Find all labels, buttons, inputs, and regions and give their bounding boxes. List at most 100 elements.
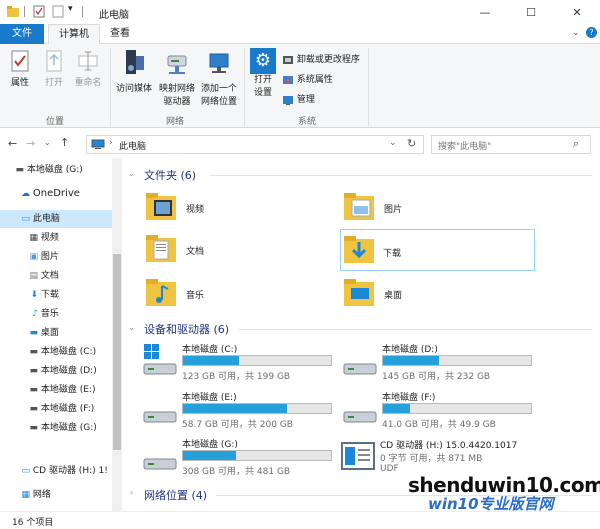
drive-c[interactable]: 本地磁盘 (C:) 123 GB 可用，共 199 GB <box>142 342 337 386</box>
chevron-right-icon[interactable]: › <box>130 488 133 497</box>
group-label-system: 系统 <box>298 117 317 127</box>
section-header-network[interactable]: 网络位置 (4) <box>144 487 207 503</box>
folder-desktop[interactable]: 桌面 <box>342 272 532 316</box>
nav-item-onedrive[interactable]: ☁ OneDrive <box>0 185 112 203</box>
drive-cd[interactable]: CD 驱动器 (H:) 15.0.4420.1017 0 字节 可用，共 871… <box>340 437 580 481</box>
ribbon-divider <box>110 48 111 126</box>
collapse-ribbon-icon[interactable]: ⌄ <box>572 28 580 38</box>
drive-usage-bar <box>382 355 532 366</box>
nav-item-videos[interactable]: ▦ 视频 <box>0 229 112 247</box>
folder-videos[interactable]: 视频 <box>144 186 334 230</box>
nav-item-pictures[interactable]: ▣ 图片 <box>0 248 112 266</box>
help-icon[interactable]: ? <box>586 27 597 38</box>
drive-f[interactable]: 本地磁盘 (F:) 41.0 GB 可用，共 49.9 GB <box>342 390 537 434</box>
settings-icon: ⚙ <box>250 48 276 74</box>
search-input[interactable]: 搜索"此电脑" ⌕ <box>431 135 591 154</box>
drive-e[interactable]: 本地磁盘 (E:) 58.7 GB 可用，共 200 GB <box>142 390 337 434</box>
cloud-icon: ☁ <box>21 189 30 199</box>
up-arrow-icon[interactable]: ↑ <box>60 136 69 149</box>
folder-music[interactable]: 音乐 <box>144 272 334 316</box>
nav-item-drive-g[interactable]: ▬ 本地磁盘 (G:) <box>0 419 112 437</box>
folder-documents[interactable]: 文档 <box>144 228 334 272</box>
section-header-devices[interactable]: 设备和驱动器 (6) <box>144 321 229 337</box>
map-network-drive-button[interactable]: 映射网络 驱动器 <box>156 48 198 109</box>
address-bar-row: ← → ⌄ ↑ › 此电脑 ⌄ ↻ 搜索"此电脑" ⌕ <box>0 130 600 158</box>
chevron-down-icon[interactable]: ⌄ <box>128 323 135 332</box>
status-bar: 16 个项目 <box>0 511 600 529</box>
ribbon-divider <box>244 48 245 126</box>
tab-file[interactable]: 文件 <box>0 24 44 44</box>
rename-button[interactable]: 重命名 <box>70 50 106 90</box>
desktop-folder-icon <box>344 279 374 306</box>
drive-d[interactable]: 本地磁盘 (D:) 145 GB 可用，共 232 GB <box>342 342 537 386</box>
nav-scrollbar-thumb[interactable] <box>113 254 121 450</box>
new-folder-quick-icon[interactable] <box>52 5 64 18</box>
network-location-icon <box>209 53 229 73</box>
network-drive-icon <box>167 55 187 74</box>
close-button[interactable]: ✕ <box>554 0 600 24</box>
uninstall-icon <box>283 55 293 64</box>
title-bar: ▾ 此电脑 — ☐ ✕ <box>0 0 600 24</box>
nav-item-this-pc[interactable]: ▭ 此电脑 <box>0 210 112 228</box>
chevron-down-icon[interactable]: ⌄ <box>128 169 135 178</box>
back-arrow-icon[interactable]: ← <box>8 137 17 150</box>
music-folder-icon <box>146 279 176 306</box>
drive-usage-fill <box>383 356 439 365</box>
windows-drive-icon <box>143 344 177 375</box>
recent-locations-chevron-icon[interactable]: ⌄ <box>44 138 51 147</box>
system-properties-button[interactable]: 系统属性 <box>282 72 333 86</box>
nav-item-drive-e[interactable]: ▬ 本地磁盘 (E:) <box>0 381 112 399</box>
section-header-folders[interactable]: 文件夹 (6) <box>144 167 196 183</box>
item-count: 16 个项目 <box>12 518 54 528</box>
drive-icon: ▬ <box>29 366 38 376</box>
download-folder-icon <box>344 236 374 263</box>
folder-pictures[interactable]: 图片 <box>342 186 532 230</box>
nav-item-drive-c[interactable]: ▬ 本地磁盘 (C:) <box>0 343 112 361</box>
drive-usage-fill <box>183 404 287 413</box>
properties-button[interactable]: 属性 <box>6 50 34 90</box>
uninstall-program-button[interactable]: 卸载或更改程序 <box>282 52 360 66</box>
drive-usage-fill <box>383 404 410 413</box>
nav-item-drive-d[interactable]: ▬ 本地磁盘 (D:) <box>0 362 112 380</box>
cd-drive-icon: ▭ <box>21 466 30 476</box>
cd-drive-icon <box>341 442 375 470</box>
access-media-button[interactable]: 访问媒体 <box>112 48 156 96</box>
properties-quick-icon[interactable] <box>33 5 45 18</box>
folder-icon <box>7 6 19 17</box>
nav-item-drive-f[interactable]: ▬ 本地磁盘 (F:) <box>0 400 112 418</box>
network-icon: ▦ <box>21 490 30 500</box>
tab-view[interactable]: 查看 <box>102 24 138 44</box>
ribbon-tabs: 文件 计算机 查看 ⌄ ? <box>0 24 600 45</box>
window-title: 此电脑 <box>99 10 129 21</box>
drive-icon: ▬ <box>29 385 38 395</box>
picture-icon: ▣ <box>29 252 38 262</box>
tab-computer[interactable]: 计算机 <box>48 24 100 45</box>
nav-item-music[interactable]: ♪ 音乐 <box>0 305 112 323</box>
drive-g[interactable]: 本地磁盘 (G:) 308 GB 可用，共 481 GB <box>142 437 337 481</box>
drive-icon: ▬ <box>29 404 38 414</box>
add-network-location-button[interactable]: 添加一个 网络位置 <box>198 48 240 109</box>
nav-item-documents[interactable]: ▤ 文档 <box>0 267 112 285</box>
download-icon: ⬇ <box>30 290 38 300</box>
manage-button[interactable]: 管理 <box>282 92 315 106</box>
open-settings-button[interactable]: ⚙ 打开 设置 <box>248 48 278 100</box>
address-dropdown-icon[interactable]: ⌄ <box>389 138 397 148</box>
refresh-icon[interactable]: ↻ <box>407 137 416 150</box>
address-field[interactable]: › 此电脑 ⌄ ↻ <box>86 135 424 154</box>
drive-usage-bar <box>182 403 332 414</box>
quick-access-dropdown-icon[interactable]: ▾ <box>68 4 73 17</box>
forward-arrow-icon[interactable]: → <box>26 137 35 150</box>
nav-item-downloads[interactable]: ⬇ 下载 <box>0 286 112 304</box>
maximize-button[interactable]: ☐ <box>508 0 554 24</box>
drive-usage-bar <box>182 450 332 461</box>
nav-item-desktop[interactable]: ▬ 桌面 <box>0 324 112 342</box>
open-button[interactable]: 打开 <box>40 50 68 90</box>
breadcrumb-this-pc[interactable]: 此电脑 <box>119 139 146 152</box>
nav-item-cd-drive[interactable]: ▭ CD 驱动器 (H:) 1! <box>0 462 112 480</box>
nav-item-drive-g-top[interactable]: ▬ 本地磁盘 (G:) <box>0 161 112 179</box>
this-pc-icon <box>91 139 105 149</box>
minimize-button[interactable]: — <box>462 0 508 24</box>
nav-item-network[interactable]: ▦ 网络 <box>0 486 112 504</box>
folder-downloads[interactable]: 下载 <box>340 229 535 271</box>
drive-icon <box>143 458 177 470</box>
